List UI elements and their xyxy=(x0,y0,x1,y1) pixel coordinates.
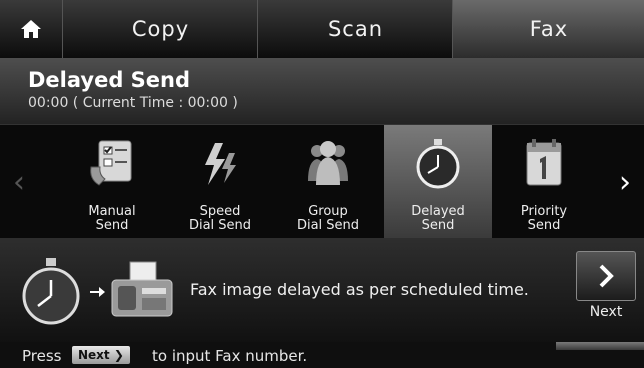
tab-fax[interactable]: Fax xyxy=(452,0,644,58)
option-priority-send[interactable]: Priority Send xyxy=(490,125,598,239)
option-label: Speed Dial Send xyxy=(188,204,252,233)
next-button-label: Next xyxy=(589,304,623,320)
option-label: Group Dial Send xyxy=(296,204,360,233)
option-delayed-send[interactable]: Delayed Send xyxy=(384,125,492,239)
chevron-right-icon: › xyxy=(619,164,631,200)
chevron-right-icon: ❯ xyxy=(109,348,124,362)
hint-next-key: Next ❯ xyxy=(72,346,130,364)
title-area: Delayed Send 00:00 ( Current Time : 00:0… xyxy=(0,58,644,124)
next-button[interactable] xyxy=(576,251,636,301)
scroll-left-button[interactable]: ‹ xyxy=(0,125,38,239)
hint-press-text: Press xyxy=(22,347,62,365)
chevron-left-icon: ‹ xyxy=(13,164,25,200)
status-message: Fax image delayed as per scheduled time. xyxy=(190,280,529,299)
option-label: Manual Send xyxy=(88,204,136,233)
hint-instruction-text: to input Fax number. xyxy=(152,347,308,365)
manual-send-icon xyxy=(90,140,132,186)
arrow-right-icon xyxy=(90,287,105,297)
page-title: Delayed Send xyxy=(28,68,191,92)
option-group-dial-send[interactable]: Group Dial Send xyxy=(274,125,382,239)
current-time-subtitle: 00:00 ( Current Time : 00:00 ) xyxy=(28,95,238,111)
option-label: Delayed Send xyxy=(411,204,465,233)
hint-bar: Press Next ❯ to input Fax number. xyxy=(0,342,644,368)
home-icon xyxy=(21,20,41,38)
stopwatch-icon xyxy=(22,258,80,325)
send-options-carousel: ‹ Manual Send Speed Dial Send Group Dial… xyxy=(0,124,644,240)
tab-copy[interactable]: Copy xyxy=(62,0,258,58)
priority-send-icon xyxy=(526,139,562,186)
clock-icon xyxy=(416,139,460,189)
home-button[interactable] xyxy=(0,0,62,58)
tab-scan[interactable]: Scan xyxy=(257,0,453,58)
message-area: Fax image delayed as per scheduled time.… xyxy=(0,238,644,342)
speed-dial-icon xyxy=(205,143,236,185)
chevron-right-icon xyxy=(599,264,614,288)
scroll-right-button[interactable]: › xyxy=(606,125,644,239)
option-speed-dial-send[interactable]: Speed Dial Send xyxy=(166,125,274,239)
option-label: Priority Send xyxy=(520,204,568,233)
top-tab-bar: Copy Scan Fax xyxy=(0,0,644,58)
fax-machine-icon xyxy=(111,261,173,317)
bottom-strip xyxy=(556,342,644,350)
option-manual-send[interactable]: Manual Send xyxy=(58,125,166,239)
group-dial-icon xyxy=(308,141,348,185)
